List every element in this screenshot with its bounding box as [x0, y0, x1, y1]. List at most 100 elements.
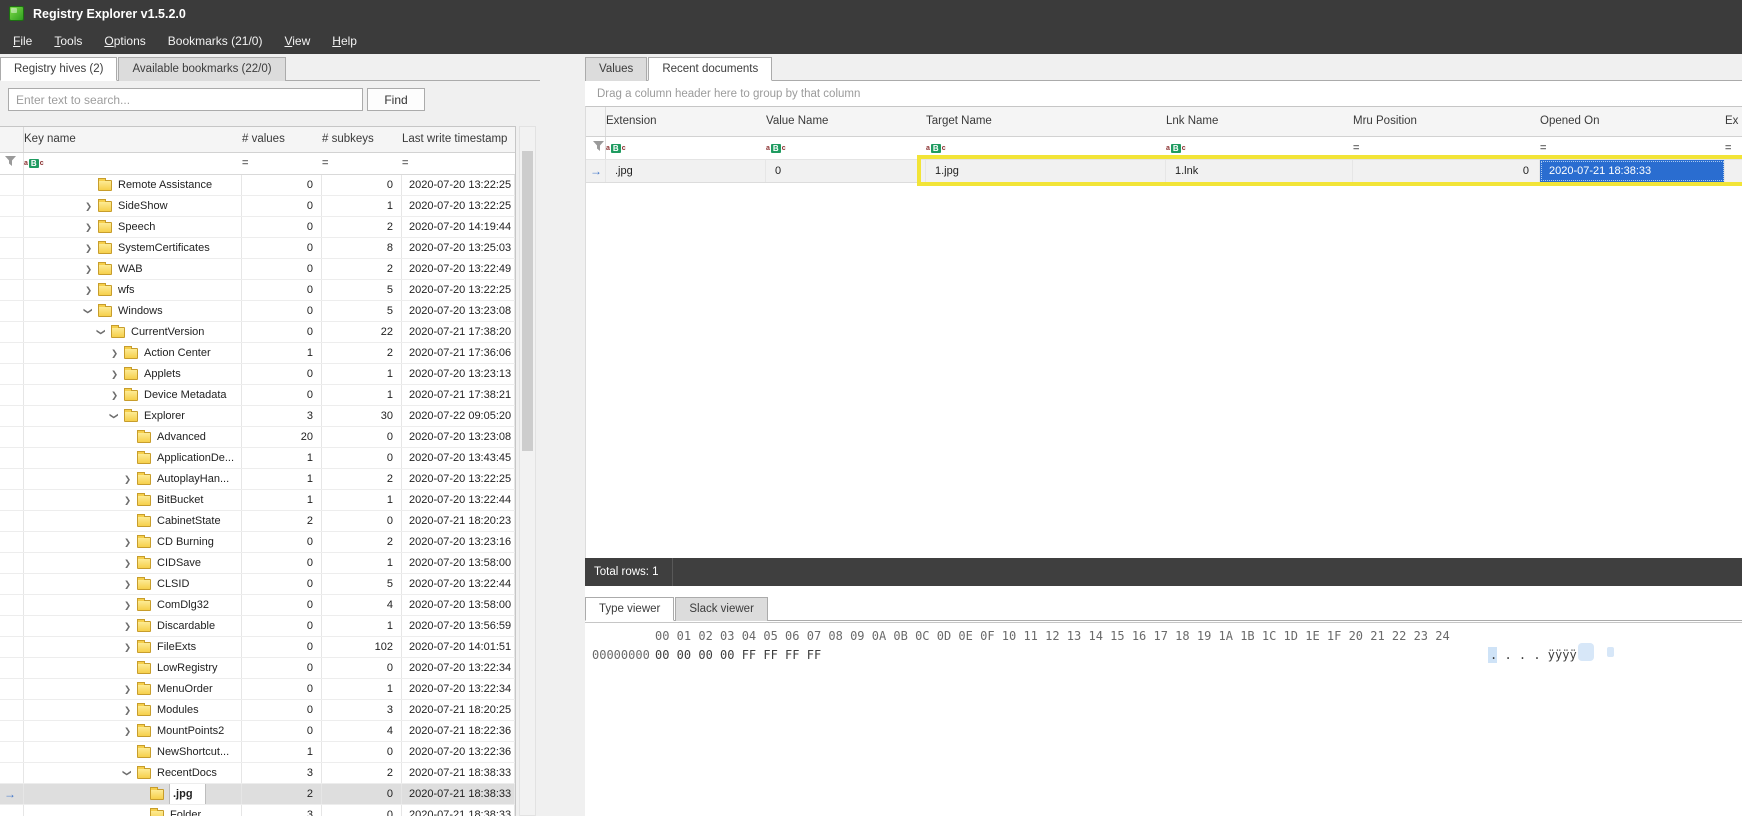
- lnk-name-cell[interactable]: 1.lnk: [1166, 160, 1353, 182]
- expander-icon[interactable]: [124, 763, 137, 783]
- search-input[interactable]: [8, 88, 363, 111]
- expander-icon[interactable]: [111, 364, 124, 384]
- key-name-cell[interactable]: wfs: [24, 280, 242, 300]
- tree-row[interactable]: NewShortcut... 1 0 2020-07-20 13:22:36: [0, 742, 515, 763]
- tree-row[interactable]: MountPoints2 0 4 2020-07-21 18:22:36: [0, 721, 515, 742]
- expander-icon[interactable]: [85, 196, 98, 216]
- key-name-cell[interactable]: Remote Assistance: [24, 175, 242, 195]
- mru-position-cell[interactable]: 0: [1353, 160, 1540, 182]
- key-name-cell[interactable]: CabinetState: [24, 511, 242, 531]
- hex-ascii-text[interactable]: . . . . ÿÿÿÿ: [1490, 648, 1577, 662]
- key-name-cell[interactable]: Windows: [24, 301, 242, 321]
- tree-row[interactable]: AutoplayHan... 1 2 2020-07-20 13:22:25: [0, 469, 515, 490]
- expander-icon[interactable]: [85, 259, 98, 279]
- tree-row[interactable]: ApplicationDe... 1 0 2020-07-20 13:43:45: [0, 448, 515, 469]
- tree-row[interactable]: BitBucket 1 1 2020-07-20 13:22:44: [0, 490, 515, 511]
- hex-bytes[interactable]: 00 00 00 00 FF FF FF FF: [655, 648, 821, 662]
- key-name-cell[interactable]: SystemCertificates: [24, 238, 242, 258]
- key-name-cell[interactable]: Advanced: [24, 427, 242, 447]
- expander-icon[interactable]: [111, 343, 124, 363]
- key-name-cell[interactable]: CLSID: [24, 574, 242, 594]
- tree-row[interactable]: CurrentVersion 0 22 2020-07-21 17:38:20: [0, 322, 515, 343]
- key-name-cell[interactable]: SideShow: [24, 196, 242, 216]
- expander-icon[interactable]: [98, 322, 111, 342]
- expander-icon[interactable]: [124, 700, 137, 720]
- key-name-cell[interactable]: FileExts: [24, 637, 242, 657]
- expander-icon[interactable]: [124, 469, 137, 489]
- menu-item[interactable]: Bookmarks (21/0): [157, 30, 274, 52]
- key-name-cell[interactable]: RecentDocs: [24, 763, 242, 783]
- expander-icon[interactable]: [85, 217, 98, 237]
- tree-row[interactable]: CD Burning 0 2 2020-07-20 13:23:16: [0, 532, 515, 553]
- tree-row[interactable]: SideShow 0 1 2020-07-20 13:22:25: [0, 196, 515, 217]
- tree-row[interactable]: FileExts 0 102 2020-07-20 14:01:51: [0, 637, 515, 658]
- viewer-tab[interactable]: Slack viewer: [675, 597, 768, 621]
- extra-cell[interactable]: [1725, 160, 1742, 182]
- key-name-cell[interactable]: Discardable: [24, 616, 242, 636]
- menu-item[interactable]: View: [273, 30, 321, 52]
- menu-item[interactable]: File: [2, 30, 43, 52]
- extension-cell[interactable]: .jpg: [606, 160, 766, 182]
- tree-row[interactable]: Device Metadata 0 1 2020-07-21 17:38:21: [0, 385, 515, 406]
- expander-icon[interactable]: [124, 679, 137, 699]
- tree-row[interactable]: Advanced 20 0 2020-07-20 13:23:08: [0, 427, 515, 448]
- key-name-cell[interactable]: Device Metadata: [24, 385, 242, 405]
- expander-icon[interactable]: [124, 490, 137, 510]
- expander-icon[interactable]: [85, 301, 98, 321]
- tree-row[interactable]: wfs 0 5 2020-07-20 13:22:25: [0, 280, 515, 301]
- expander-icon[interactable]: [124, 553, 137, 573]
- menu-item[interactable]: Options: [93, 30, 156, 52]
- menu-item[interactable]: Tools: [43, 30, 93, 52]
- expander-icon[interactable]: [85, 238, 98, 258]
- find-button[interactable]: Find: [367, 88, 425, 111]
- key-name-cell[interactable]: LowRegistry: [24, 658, 242, 678]
- key-name-cell[interactable]: Explorer: [24, 406, 242, 426]
- left-panel-tab[interactable]: Available bookmarks (22/0): [118, 57, 285, 81]
- opened-on-cell-selected[interactable]: 2020-07-21 18:38:33: [1540, 160, 1725, 182]
- tree-row[interactable]: RecentDocs 3 2 2020-07-21 18:38:33: [0, 763, 515, 784]
- key-name-cell[interactable]: Modules: [24, 700, 242, 720]
- tree-row[interactable]: WAB 0 2 2020-07-20 13:22:49: [0, 259, 515, 280]
- tree-row[interactable]: CIDSave 0 1 2020-07-20 13:58:00: [0, 553, 515, 574]
- key-name-cell[interactable]: .jpg: [24, 784, 242, 804]
- tree-row[interactable]: LowRegistry 0 0 2020-07-20 13:22:34: [0, 658, 515, 679]
- expander-icon[interactable]: [124, 616, 137, 636]
- key-name-cell[interactable]: ComDlg32: [24, 595, 242, 615]
- tree-row[interactable]: ComDlg32 0 4 2020-07-20 13:58:00: [0, 595, 515, 616]
- key-name-cell[interactable]: Folder: [24, 805, 242, 816]
- tree-row[interactable]: Folder 3 0 2020-07-21 18:38:33: [0, 805, 515, 816]
- recent-document-row[interactable]: .jpg 0 1.jpg 1.lnk 0 2020-07-21 18:38:33: [586, 160, 1742, 183]
- tree-row[interactable]: CabinetState 2 0 2020-07-21 18:20:23: [0, 511, 515, 532]
- tree-row[interactable]: .jpg 2 0 2020-07-21 18:38:33: [0, 784, 515, 805]
- tree-row[interactable]: Discardable 0 1 2020-07-20 13:56:59: [0, 616, 515, 637]
- expander-icon[interactable]: [124, 595, 137, 615]
- tree-row[interactable]: CLSID 0 5 2020-07-20 13:22:44: [0, 574, 515, 595]
- key-name-cell[interactable]: Applets: [24, 364, 242, 384]
- tree-row[interactable]: Speech 0 2 2020-07-20 14:19:44: [0, 217, 515, 238]
- expander-icon[interactable]: [124, 637, 137, 657]
- expander-icon[interactable]: [124, 532, 137, 552]
- right-panel-tab[interactable]: Recent documents: [648, 57, 772, 81]
- target-name-cell[interactable]: 1.jpg: [926, 160, 1166, 182]
- left-panel-tab[interactable]: Registry hives (2): [0, 57, 117, 81]
- value-name-cell[interactable]: 0: [766, 160, 926, 182]
- menu-item[interactable]: Help: [321, 30, 368, 52]
- viewer-tab[interactable]: Type viewer: [585, 597, 674, 621]
- tree-row[interactable]: Modules 0 3 2020-07-21 18:20:25: [0, 700, 515, 721]
- key-name-cell[interactable]: CurrentVersion: [24, 322, 242, 342]
- right-panel-tab[interactable]: Values: [585, 57, 647, 81]
- key-name-cell[interactable]: CIDSave: [24, 553, 242, 573]
- expander-icon[interactable]: [124, 574, 137, 594]
- tree-row[interactable]: Action Center 1 2 2020-07-21 17:36:06: [0, 343, 515, 364]
- key-name-cell[interactable]: CD Burning: [24, 532, 242, 552]
- key-name-cell[interactable]: MenuOrder: [24, 679, 242, 699]
- expander-icon[interactable]: [124, 721, 137, 741]
- key-name-cell[interactable]: ApplicationDe...: [24, 448, 242, 468]
- tree-row[interactable]: SystemCertificates 0 8 2020-07-20 13:25:…: [0, 238, 515, 259]
- key-name-cell[interactable]: BitBucket: [24, 490, 242, 510]
- tree-vertical-scrollbar[interactable]: [519, 126, 536, 816]
- key-name-cell[interactable]: Speech: [24, 217, 242, 237]
- key-name-cell[interactable]: NewShortcut...: [24, 742, 242, 762]
- tree-row[interactable]: Windows 0 5 2020-07-20 13:23:08: [0, 301, 515, 322]
- key-name-cell[interactable]: WAB: [24, 259, 242, 279]
